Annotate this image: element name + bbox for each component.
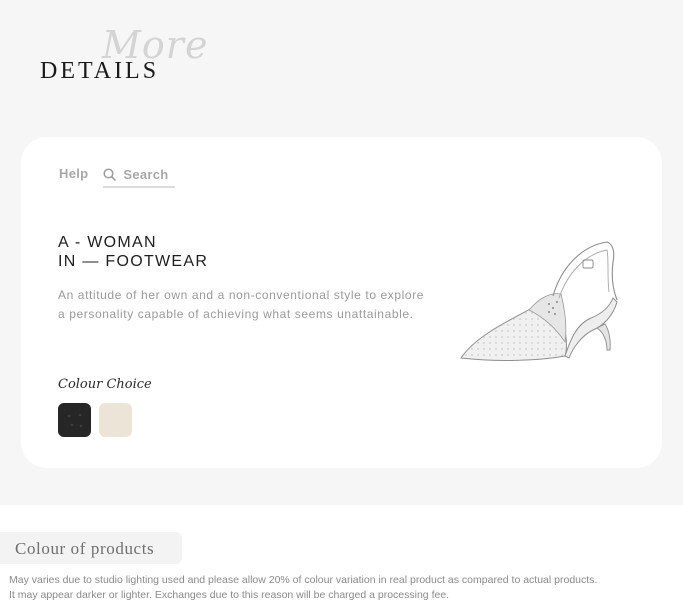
- dotted-pattern-icon: [67, 413, 83, 428]
- product-title: A - WOMAN IN — FOOTWEAR: [58, 233, 208, 271]
- product-title-line-2: IN — FOOTWEAR: [58, 253, 209, 270]
- colour-disclaimer-line-1: May varies due to studio lighting used a…: [9, 574, 598, 586]
- card-nav: Help Search: [59, 163, 176, 189]
- slingback-shoe-illustration: [457, 238, 623, 364]
- colour-of-products-title: Colour of products: [15, 539, 155, 558]
- product-title-line-1: A - WOMAN: [58, 234, 157, 251]
- details-section: More DETAILS Help Search A - WOMAN IN — …: [0, 0, 683, 505]
- colour-disclaimer: May varies due to studio lighting used a…: [9, 573, 681, 603]
- product-description-line-1: An attitude of her own and a non-convent…: [58, 288, 425, 302]
- colour-of-products-tab: Colour of products: [0, 532, 182, 564]
- search-icon: [103, 168, 117, 181]
- product-description-line-2: a personality capable of achieving what …: [58, 307, 414, 321]
- help-link[interactable]: Help: [59, 163, 88, 181]
- heading-main-text: DETAILS: [40, 58, 160, 84]
- product-description: An attitude of her own and a non-convent…: [58, 286, 458, 324]
- colour-swatch-beige[interactable]: [99, 403, 132, 437]
- details-heading: More DETAILS: [40, 26, 240, 86]
- colour-choice-label: Colour Choice: [58, 377, 152, 392]
- colour-swatch-black[interactable]: [58, 403, 91, 437]
- colour-swatches: [58, 403, 140, 437]
- colour-disclaimer-line-2: It may appear darker or lighter. Exchang…: [9, 589, 450, 601]
- search-field[interactable]: Search: [103, 163, 176, 188]
- search-label: Search: [123, 167, 169, 182]
- product-card: Help Search A - WOMAN IN — FOOTWEAR An a…: [21, 137, 662, 468]
